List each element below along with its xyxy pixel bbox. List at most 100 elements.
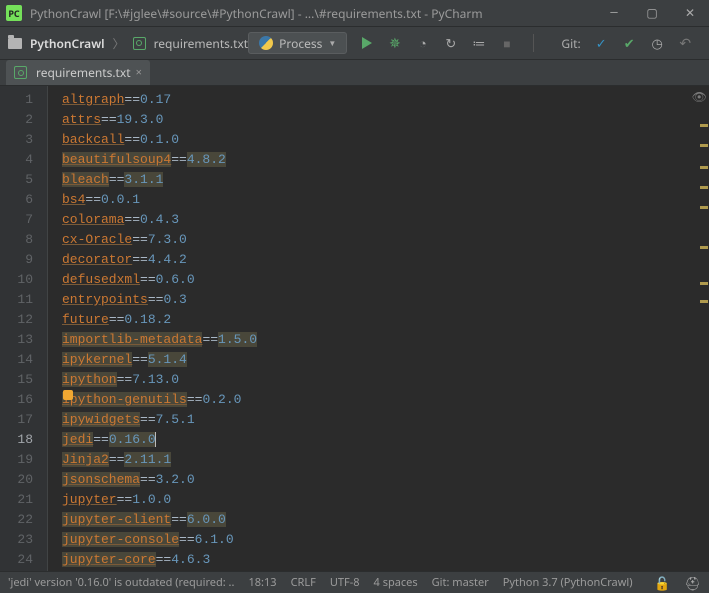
package-version: 4.6.3 [171,552,210,567]
package-version: 0.6.0 [156,272,195,287]
code-line[interactable]: jsonschema==3.2.0 [62,470,709,490]
window-title: PythonCrawl [F:\#jglee\#source\#PythonCr… [30,5,595,22]
line-number: 4 [0,150,33,170]
line-number: 10 [0,270,33,290]
version-operator: == [101,112,117,127]
code-line[interactable]: cx-Oracle==7.3.0 [62,230,709,250]
code-line[interactable]: Jinja2==2.11.1 [62,450,709,470]
code-area[interactable]: altgraph==0.17attrs==19.3.0backcall==0.1… [48,86,709,571]
status-bar: 'jedi' version '0.16.0' is outdated (req… [0,571,709,593]
line-number: 17 [0,410,33,430]
pycharm-logo-icon: PC [6,5,22,21]
package-version: 0.17 [140,92,171,107]
status-caret-position[interactable]: 18:13 [248,575,276,590]
code-line[interactable]: future==0.18.2 [62,310,709,330]
code-line[interactable]: jedi==0.16.0 [62,430,709,450]
code-line[interactable]: altgraph==0.17 [62,90,709,110]
package-name: future [62,312,109,327]
package-version: 2.11.1 [124,452,171,467]
package-name: backcall [62,132,124,147]
code-line[interactable]: importlib-metadata==1.5.0 [62,330,709,350]
code-line[interactable]: bleach==3.1.1 [62,170,709,190]
warning-stripe-mark[interactable] [700,186,708,189]
warning-stripe-mark[interactable] [700,282,708,285]
stop-button[interactable]: ■ [499,36,514,51]
version-operator: == [124,92,140,107]
code-editor[interactable]: 123456789101112131415161718192021222324 … [0,86,709,571]
error-stripe[interactable]: 👁 [699,86,709,571]
status-git-branch[interactable]: Git: master [432,575,489,590]
warning-stripe-mark[interactable] [700,144,708,147]
code-line[interactable]: entrypoints==0.3 [62,290,709,310]
run-button[interactable] [359,36,374,51]
version-operator: == [85,192,101,207]
code-line[interactable]: ipython==7.13.0 [62,370,709,390]
git-history-button[interactable]: ◷ [650,36,665,51]
version-operator: == [140,272,156,287]
status-interpreter[interactable]: Python 3.7 (PythonCrawl) [503,575,633,590]
code-line[interactable]: jupyter==1.0.0 [62,490,709,510]
package-name: jupyter [62,492,117,507]
intention-bulb-icon[interactable] [63,390,73,400]
code-line[interactable]: beautifulsoup4==4.8.2 [62,150,709,170]
profile-button[interactable]: ↻ [443,36,458,51]
status-indent[interactable]: 4 spaces [374,575,418,590]
debug-button[interactable]: ✵ [387,36,402,51]
package-name: ipywidgets [62,412,140,427]
lock-icon[interactable]: 🔓 [654,574,670,592]
git-commit-button[interactable]: ✔ [622,36,637,51]
line-number-gutter: 123456789101112131415161718192021222324 [0,86,48,571]
warning-stripe-mark[interactable] [700,246,708,249]
status-line-separator[interactable]: CRLF [291,575,316,590]
close-button[interactable]: ✕ [671,0,709,27]
code-line[interactable]: backcall==0.1.0 [62,130,709,150]
warning-stripe-mark[interactable] [700,166,708,169]
version-operator: == [117,372,133,387]
warning-stripe-mark[interactable] [700,300,708,303]
code-line[interactable]: decorator==4.4.2 [62,250,709,270]
git-update-button[interactable]: ✓ [594,36,609,51]
package-name: importlib-metadata [62,332,202,347]
package-version: 4.4.2 [148,252,187,267]
breadcrumb-file[interactable]: requirements.txt [154,35,249,52]
tab-requirements[interactable]: requirements.txt × [6,60,150,85]
code-line[interactable]: jupyter-console==6.1.0 [62,530,709,550]
run-coverage-button[interactable]: ◔ [415,36,430,51]
status-encoding[interactable]: UTF-8 [330,575,360,590]
maximize-button[interactable]: ▢ [633,0,671,27]
main-toolbar: PythonCrawl 〉 requirements.txt Process ▼… [0,27,709,60]
concurrency-button[interactable]: ≔ [471,36,486,51]
git-rollback-button[interactable]: ↶ [678,36,693,51]
run-configuration-selector[interactable]: Process ▼ [248,32,347,54]
code-line[interactable]: ipython-genutils==0.2.0 [62,390,709,410]
code-line[interactable]: defusedxml==0.6.0 [62,270,709,290]
warning-stripe-mark[interactable] [700,124,708,127]
package-version: 7.5.1 [156,412,195,427]
warning-stripe-mark[interactable] [700,206,708,209]
code-line[interactable]: ipywidgets==7.5.1 [62,410,709,430]
code-line[interactable]: jupyter-client==6.0.0 [62,510,709,530]
line-number: 1 [0,90,33,110]
code-line[interactable]: attrs==19.3.0 [62,110,709,130]
inspections-eye-icon[interactable]: 👁 [692,90,707,105]
minimize-button[interactable]: ─ [595,0,633,27]
code-line[interactable]: bs4==0.0.1 [62,190,709,210]
package-version: 19.3.0 [117,112,164,127]
package-name: jedi [62,432,93,447]
code-line[interactable]: ipykernel==5.1.4 [62,350,709,370]
code-line[interactable]: colorama==0.4.3 [62,210,709,230]
breadcrumb-project[interactable]: PythonCrawl [30,35,105,52]
version-operator: == [124,132,140,147]
hector-icon[interactable]: ⛑ [684,574,701,592]
line-number: 6 [0,190,33,210]
version-operator: == [117,492,133,507]
run-config-label: Process [279,35,322,52]
line-number: 11 [0,290,33,310]
package-name: jupyter-client [62,512,171,527]
tab-close-button[interactable]: × [136,65,142,80]
line-number: 16 [0,390,33,410]
code-line[interactable]: jupyter-core==4.6.3 [62,550,709,570]
package-name: colorama [62,212,124,227]
package-name: Jinja2 [62,452,109,467]
package-version: 6.0.0 [187,512,226,527]
